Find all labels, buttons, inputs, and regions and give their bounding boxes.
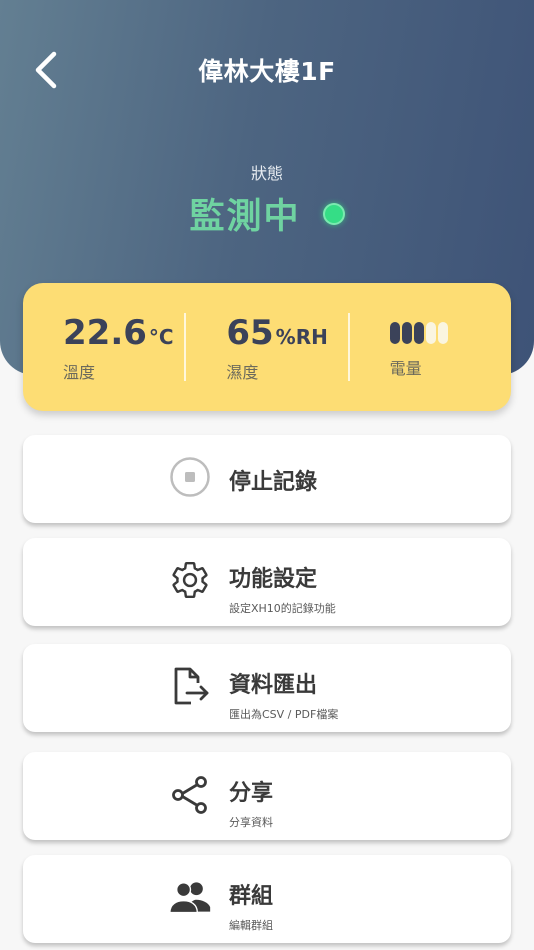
menu-title: 分享 [229, 781, 274, 806]
stats-card: 22.6 °C 溫度 65 %RH 濕度 電量 [23, 283, 511, 411]
status-label: 狀態 [250, 164, 283, 183]
status-value: 監測中 [189, 197, 301, 237]
menu-title: 資料匯出 [229, 673, 318, 698]
humidity-stat: 65 %RH 濕度 [184, 313, 347, 382]
settings-button[interactable]: 功能設定 設定XH10的記錄功能 [23, 538, 511, 626]
share-button[interactable]: 分享 分享資料 [23, 752, 511, 840]
menu-subtitle: 分享資料 [229, 816, 273, 829]
menu-subtitle: 設定XH10的記錄功能 [229, 602, 336, 615]
page-title: 偉林大樓1F [198, 57, 336, 86]
group-icon [168, 875, 212, 919]
humidity-value: 65 [226, 313, 274, 353]
battery-segment-filled [389, 322, 400, 344]
export-data-button[interactable]: 資料匯出 匯出為CSV / PDF檔案 [23, 644, 511, 732]
temperature-value: 22.6 [63, 313, 147, 353]
group-button[interactable]: 群組 編輯群組 [23, 855, 511, 943]
stop-recording-button[interactable]: 停止記錄 [23, 435, 511, 523]
battery-segment-filled [413, 322, 424, 344]
menu-title: 功能設定 [229, 567, 318, 592]
stop-circle-icon [168, 455, 212, 499]
temperature-label: 溫度 [63, 363, 96, 382]
battery-level-icon [389, 313, 511, 353]
status-indicator-dot [322, 202, 345, 225]
gear-icon [168, 558, 212, 602]
temperature-stat: 22.6 °C 溫度 [23, 313, 184, 382]
battery-segment-empty [425, 322, 436, 344]
humidity-unit: %RH [275, 325, 328, 349]
temperature-unit: °C [148, 325, 174, 349]
battery-label: 電量 [389, 359, 422, 378]
humidity-label: 濕度 [226, 363, 259, 382]
status-row: 監測中 [0, 188, 534, 239]
menu-title: 群組 [229, 884, 274, 909]
battery-stat: 電量 [347, 313, 511, 381]
menu-subtitle: 匯出為CSV / PDF檔案 [229, 708, 339, 721]
battery-segment-filled [401, 322, 412, 344]
menu-title: 停止記錄 [229, 470, 318, 495]
file-export-icon [168, 664, 212, 708]
battery-segment-empty [437, 322, 448, 344]
share-icon [168, 772, 212, 816]
menu-subtitle: 編輯群組 [229, 919, 273, 932]
